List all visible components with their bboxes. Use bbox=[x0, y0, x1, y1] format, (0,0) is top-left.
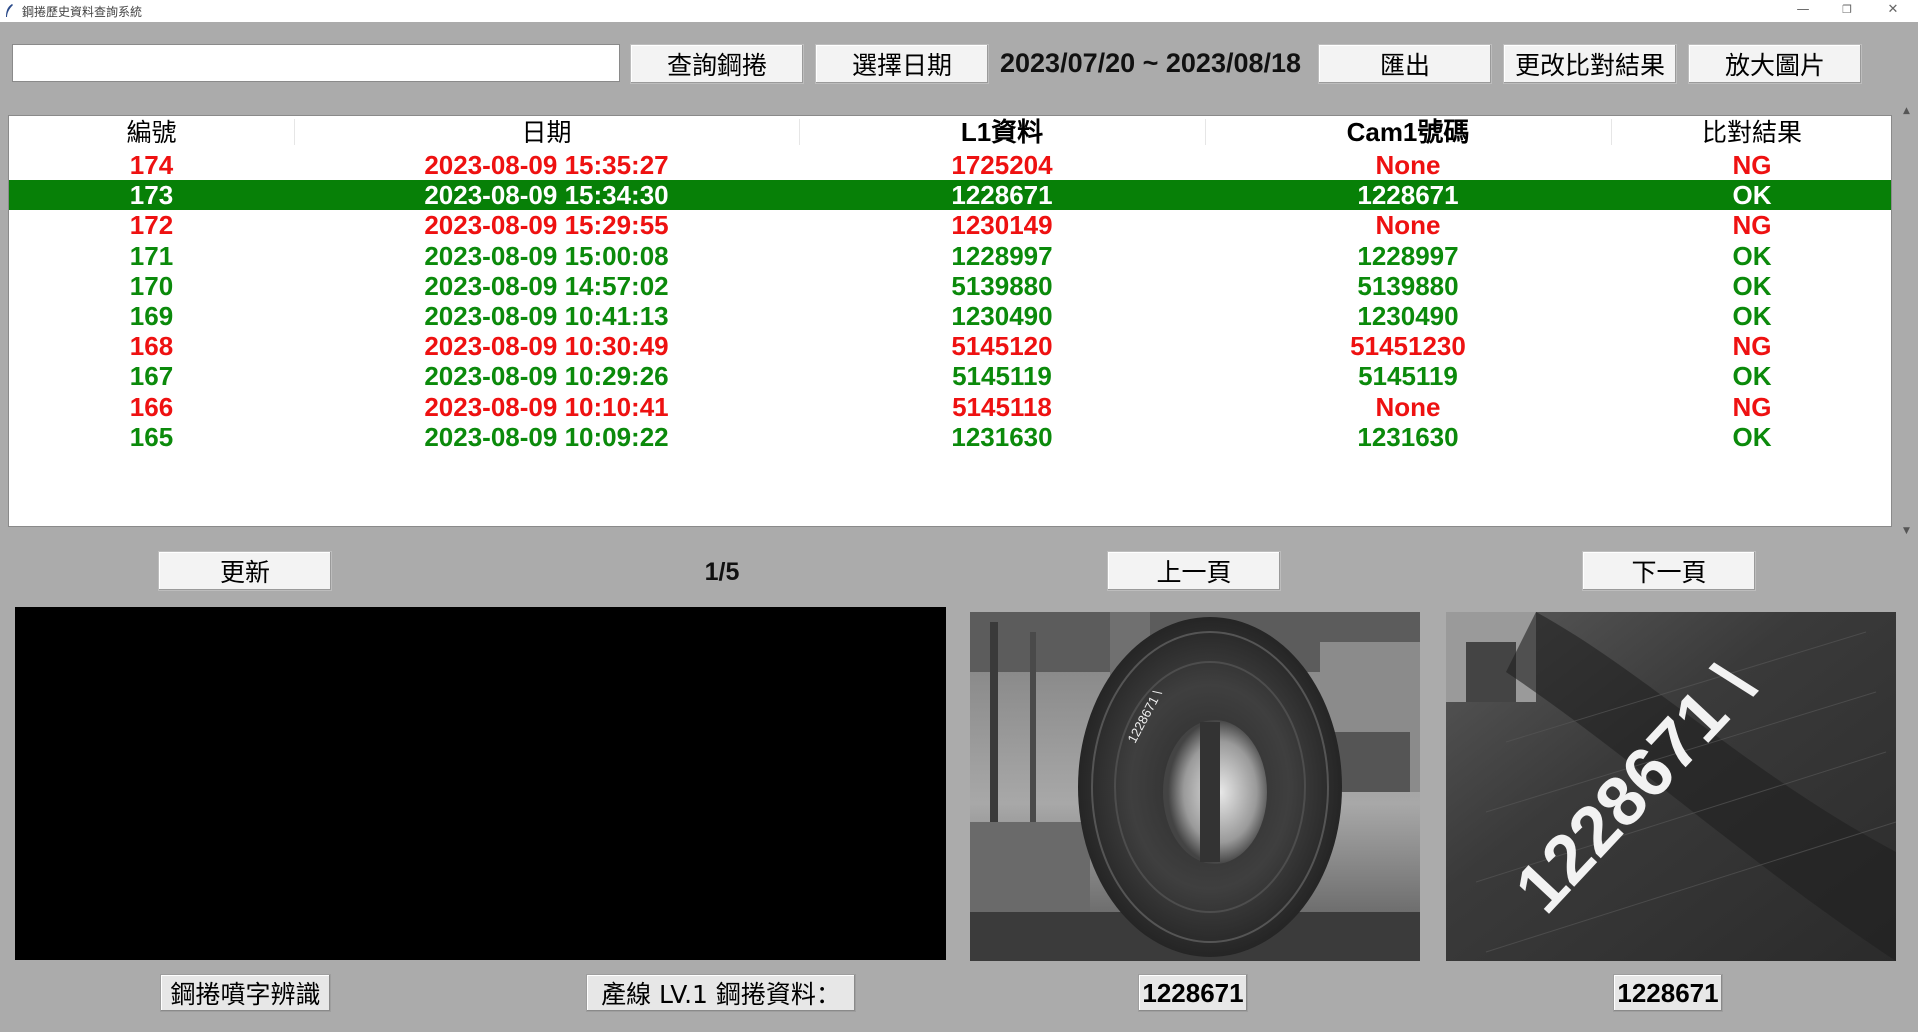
feather-icon bbox=[6, 4, 13, 17]
select-date-button[interactable]: 選擇日期 bbox=[815, 44, 989, 84]
steel-coil-image: 1228671 \ bbox=[970, 612, 1420, 961]
cell-compare-result: NG bbox=[1732, 150, 1772, 180]
header-cam1-number[interactable]: Cam1號碼 bbox=[1205, 116, 1611, 149]
cell-date: 2023-08-09 10:29:26 bbox=[424, 361, 669, 392]
date-range-text: 2023/07/20 ~ 2023/08/18 bbox=[1000, 48, 1302, 78]
restore-button[interactable]: ❐ bbox=[1824, 0, 1870, 22]
table-header: 編號 日期 L1資料 Cam1號碼 比對結果 bbox=[9, 116, 1891, 149]
table-row[interactable]: 167 2023-08-09 10:29:26 5145119 5145119 OK bbox=[9, 361, 1891, 392]
cell-cam1-number: None bbox=[1375, 210, 1441, 241]
cam1-closeup-number-label: 1228671 bbox=[1613, 974, 1723, 1012]
prev-page-button[interactable]: 上一頁 bbox=[1107, 551, 1281, 591]
page-indicator: 1/5 bbox=[704, 558, 740, 586]
cell-compare-result: NG bbox=[1732, 210, 1772, 241]
minimize-button[interactable]: — bbox=[1780, 0, 1826, 22]
export-button[interactable]: 匯出 bbox=[1318, 44, 1492, 84]
cell-cam1-number: 5139880 bbox=[1357, 270, 1459, 301]
cell-date: 2023-08-09 15:29:55 bbox=[424, 210, 669, 241]
cell-cam1-number: 1228671 bbox=[1357, 180, 1459, 211]
cell-date: 2023-08-09 10:10:41 bbox=[424, 391, 669, 422]
cell-l1-data: 1228671 bbox=[951, 180, 1053, 211]
cell-cam1-number: 5145119 bbox=[1358, 361, 1458, 392]
cell-l1-data: 1231630 bbox=[951, 421, 1053, 452]
cell-compare-result: OK bbox=[1732, 240, 1772, 271]
cell-cam1-number: 1228997 bbox=[1357, 240, 1459, 271]
header-date[interactable]: 日期 bbox=[294, 116, 799, 149]
cell-id: 166 bbox=[129, 391, 174, 422]
cell-compare-result: OK bbox=[1732, 270, 1772, 301]
table-row[interactable]: 170 2023-08-09 14:57:02 5139880 5139880 OK bbox=[9, 270, 1891, 301]
l1-data-label: 產線 LV.1 鋼捲資料： bbox=[586, 974, 856, 1012]
cell-id: 167 bbox=[129, 361, 174, 392]
cell-date: 2023-08-09 15:35:27 bbox=[424, 150, 669, 180]
cell-id: 169 bbox=[129, 301, 174, 331]
refresh-button[interactable]: 更新 bbox=[158, 551, 332, 591]
cell-cam1-number: 51451230 bbox=[1350, 331, 1466, 362]
cell-id: 171 bbox=[129, 240, 174, 271]
cell-compare-result: OK bbox=[1732, 421, 1772, 452]
cell-date: 2023-08-09 10:09:22 bbox=[424, 421, 669, 452]
cell-id: 173 bbox=[129, 180, 174, 211]
table-row[interactable]: 165 2023-08-09 10:09:22 1231630 1231630 OK bbox=[9, 421, 1891, 452]
cell-compare-result: NG bbox=[1732, 331, 1772, 362]
change-result-button[interactable]: 更改比對結果 bbox=[1503, 44, 1677, 84]
cell-compare-result: OK bbox=[1732, 301, 1772, 331]
recognition-image-pane bbox=[15, 607, 946, 960]
cell-l1-data: 5145120 bbox=[951, 331, 1053, 362]
cell-compare-result: OK bbox=[1732, 180, 1772, 211]
history-table[interactable]: 編號 日期 L1資料 Cam1號碼 比對結果 174 2023-08-09 15:… bbox=[8, 115, 1892, 527]
cell-l1-data: 1230149 bbox=[951, 210, 1053, 241]
cell-id: 165 bbox=[129, 421, 174, 452]
cam1-coil-photo[interactable]: 1228671 \ bbox=[970, 612, 1420, 961]
table-row[interactable]: 171 2023-08-09 15:00:08 1228997 1228997 OK bbox=[9, 240, 1891, 271]
header-compare-result[interactable]: 比對結果 bbox=[1611, 116, 1891, 149]
recognition-label: 鋼捲噴字辨識 bbox=[160, 974, 331, 1012]
window-title: 鋼捲歷史資料查詢系統 bbox=[22, 5, 143, 19]
cell-l1-data: 1230490 bbox=[951, 301, 1053, 331]
cell-date: 2023-08-09 10:30:49 bbox=[424, 331, 669, 362]
cell-cam1-number: None bbox=[1375, 150, 1441, 180]
stamp-closeup-image: 1228671 \ bbox=[1446, 612, 1896, 961]
cell-l1-data: 1725204 bbox=[951, 150, 1053, 180]
table-row[interactable]: 173 2023-08-09 15:34:30 1228671 1228671 OK bbox=[9, 180, 1891, 211]
cell-cam1-number: 1231630 bbox=[1357, 421, 1459, 452]
cell-compare-result: NG bbox=[1732, 391, 1772, 422]
zoom-image-button[interactable]: 放大圖片 bbox=[1688, 44, 1862, 84]
table-row[interactable]: 174 2023-08-09 15:35:27 1725204 None NG bbox=[9, 150, 1891, 180]
cell-cam1-number: 1230490 bbox=[1357, 301, 1459, 331]
table-scrollbar[interactable]: ▲ ▼ bbox=[1900, 106, 1914, 536]
cell-date: 2023-08-09 15:00:08 bbox=[424, 240, 669, 271]
header-id[interactable]: 編號 bbox=[9, 116, 294, 149]
cell-l1-data: 5145119 bbox=[952, 361, 1052, 392]
table-row[interactable]: 172 2023-08-09 15:29:55 1230149 None NG bbox=[9, 210, 1891, 241]
cell-date: 2023-08-09 14:57:02 bbox=[424, 270, 669, 301]
scroll-down-icon[interactable]: ▼ bbox=[1903, 526, 1910, 536]
close-button[interactable]: ✕ bbox=[1870, 0, 1916, 22]
next-page-button[interactable]: 下一頁 bbox=[1582, 551, 1756, 591]
cell-l1-data: 5145118 bbox=[952, 391, 1052, 422]
header-l1-data[interactable]: L1資料 bbox=[799, 116, 1205, 149]
cell-l1-data: 5139880 bbox=[951, 270, 1053, 301]
window-titlebar: 鋼捲歷史資料查詢系統 — ❐ ✕ bbox=[0, 0, 1918, 22]
cell-date: 2023-08-09 15:34:30 bbox=[424, 180, 669, 211]
scroll-up-icon[interactable]: ▲ bbox=[1903, 106, 1910, 116]
cell-id: 170 bbox=[129, 270, 174, 301]
table-row[interactable]: 166 2023-08-09 10:10:41 5145118 None NG bbox=[9, 391, 1891, 422]
cell-cam1-number: None bbox=[1375, 391, 1441, 422]
cell-date: 2023-08-09 10:41:13 bbox=[424, 301, 669, 331]
cam1-number-label: 1228671 bbox=[1138, 974, 1248, 1012]
cell-compare-result: OK bbox=[1732, 361, 1772, 392]
table-row[interactable]: 168 2023-08-09 10:30:49 5145120 51451230 NG bbox=[9, 331, 1891, 362]
cam1-closeup-photo[interactable]: 1228671 \ bbox=[1446, 612, 1896, 961]
table-row[interactable]: 169 2023-08-09 10:41:13 1230490 1230490 OK bbox=[9, 301, 1891, 331]
cell-id: 172 bbox=[129, 210, 174, 241]
query-coil-button[interactable]: 查詢鋼捲 bbox=[630, 44, 804, 84]
cell-id: 168 bbox=[129, 331, 174, 362]
search-input[interactable] bbox=[12, 44, 620, 82]
cell-id: 174 bbox=[129, 150, 174, 180]
cell-l1-data: 1228997 bbox=[951, 240, 1053, 271]
